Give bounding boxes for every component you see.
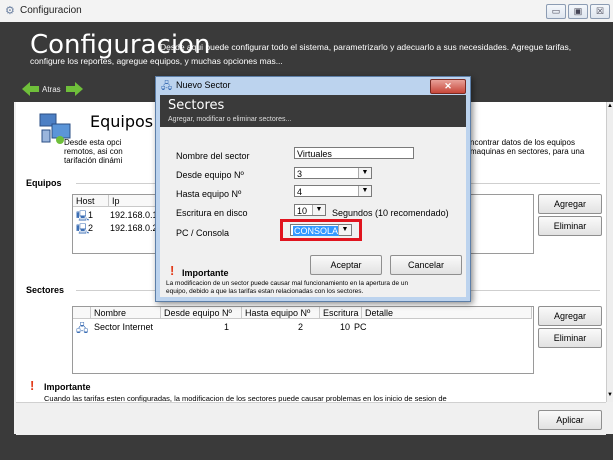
pc-consola-select[interactable]: CONSOLA ▼ xyxy=(290,224,352,236)
column-header-desde[interactable]: Desde equipo Nº xyxy=(161,307,242,319)
desde-label: Desde equipo Nº xyxy=(176,170,244,180)
equipos-heading: Equipos xyxy=(90,112,154,131)
dialog-subheading: Agregar, modificar o eliminar sectores..… xyxy=(168,116,292,123)
dialog-important-text-1: La modificacion de un sector puede causa… xyxy=(166,280,409,287)
warning-icon: ! xyxy=(30,378,35,393)
row-ip: 192.168.0.2 xyxy=(110,223,158,233)
escritura-select[interactable]: 10 ▼ xyxy=(294,204,326,216)
window-titlebar xyxy=(0,0,613,23)
column-header-hasta[interactable]: Hasta equipo Nº xyxy=(242,307,320,319)
nuevo-sector-dialog: 🖧 Nuevo Sector ✕ Sectores Agregar, modif… xyxy=(155,76,471,302)
scroll-up-icon[interactable]: ▲ xyxy=(607,103,613,109)
hasta-select[interactable]: 4 ▼ xyxy=(294,185,372,197)
equipos-desc-left-1: Desde esta opci xyxy=(64,138,122,147)
remove-sector-button[interactable]: Eliminar xyxy=(538,328,602,348)
column-header-nombre[interactable]: Nombre xyxy=(91,307,161,319)
add-equipo-button[interactable]: Agregar xyxy=(538,194,602,214)
equipos-desc-left-3: tarifación dinámi xyxy=(64,156,123,165)
warning-icon: ! xyxy=(170,263,175,278)
pc-consola-value: CONSOLA xyxy=(293,226,340,236)
column-header-escritura[interactable]: Escritura xyxy=(320,307,362,319)
row-detalle: PC xyxy=(354,322,367,332)
column-header-detalle[interactable]: Detalle xyxy=(362,307,532,319)
equipos-section-label: Equipos xyxy=(26,178,62,188)
hasta-value: 4 xyxy=(297,187,303,197)
back-label[interactable]: Atras xyxy=(42,85,61,94)
sectores-table[interactable]: Nombre Desde equipo Nº Hasta equipo Nº E… xyxy=(72,306,534,374)
chevron-down-icon[interactable]: ▼ xyxy=(358,186,371,196)
equipos-desc-right-1: ncontrar datos de los equipos xyxy=(470,138,575,147)
close-window-button[interactable]: ☒ xyxy=(590,4,610,19)
bottom-frame xyxy=(14,434,613,460)
maximize-button[interactable]: ▣ xyxy=(568,4,588,19)
column-header-host[interactable]: Host xyxy=(73,195,109,207)
desde-value: 3 xyxy=(297,169,303,179)
add-sector-button[interactable]: Agregar xyxy=(538,306,602,326)
escritura-suffix: Segundos (10 recomendado) xyxy=(332,208,449,218)
row-nombre: Sector Internet xyxy=(94,322,154,332)
apply-button[interactable]: Aplicar xyxy=(538,410,602,430)
nombre-label: Nombre del sector xyxy=(176,151,250,161)
dialog-body: Nombre del sector Virtuales Desde equipo… xyxy=(160,127,466,297)
nombre-field[interactable]: Virtuales xyxy=(294,147,414,159)
window-title: Configuracion xyxy=(20,5,82,16)
settings-app-icon: ⚙ xyxy=(5,5,15,17)
row-hasta: 2 xyxy=(298,322,304,332)
row-ip: 192.168.0.1 xyxy=(110,210,158,220)
arrow-right-icon[interactable] xyxy=(66,82,84,96)
desde-select[interactable]: 3 ▼ xyxy=(294,167,372,179)
chevron-down-icon[interactable]: ▼ xyxy=(358,168,371,178)
column-header-blank xyxy=(73,307,91,319)
table-row[interactable]: 🖧 Sector Internet 1 2 10 PC xyxy=(74,320,530,335)
arrow-left-icon[interactable] xyxy=(22,82,40,96)
footer-bar xyxy=(16,402,606,435)
header-description-2: configure los reportes, agregue equipos,… xyxy=(30,56,283,66)
chevron-down-icon[interactable]: ▼ xyxy=(338,225,351,235)
equipos-desc-left-2: remotos, asi con xyxy=(64,147,123,156)
row-host: 2 xyxy=(88,223,94,233)
row-desde: 1 xyxy=(224,322,230,332)
pc-consola-label: PC / Consola xyxy=(176,228,230,238)
row-escritura: 10 xyxy=(340,322,351,332)
escritura-label: Escritura en disco xyxy=(176,208,248,218)
dialog-important-title: Importante xyxy=(182,268,229,278)
escritura-value: 10 xyxy=(297,206,308,216)
remove-equipo-button[interactable]: Eliminar xyxy=(538,216,602,236)
dialog-close-button[interactable]: ✕ xyxy=(430,79,466,94)
important-title: Importante xyxy=(44,382,91,392)
scroll-down-icon[interactable]: ▼ xyxy=(607,392,613,398)
chevron-down-icon[interactable]: ▼ xyxy=(312,205,325,215)
left-frame xyxy=(0,22,14,460)
dialog-title: Nuevo Sector xyxy=(176,80,231,90)
dialog-important-text-2: equipo, debido a que las tarifas estan r… xyxy=(166,288,364,295)
header-description-1: Desde aqui puede configurar todo el sist… xyxy=(160,42,572,52)
equipos-desc-right-2: maquinas en sectores, para una xyxy=(470,147,585,156)
dialog-heading: Sectores xyxy=(168,98,225,113)
hasta-label: Hasta equipo Nº xyxy=(176,189,242,199)
network-icon: 🖧 xyxy=(161,81,173,92)
cancel-button[interactable]: Cancelar xyxy=(390,255,462,275)
sector-icon: 🖧 xyxy=(76,323,89,335)
vertical-scrollbar[interactable] xyxy=(606,102,613,402)
dialog-header: Sectores Agregar, modificar o eliminar s… xyxy=(160,95,466,127)
sectores-section-label: Sectores xyxy=(26,285,65,295)
minimize-button[interactable]: ▭ xyxy=(546,4,566,19)
accept-button[interactable]: Aceptar xyxy=(310,255,382,275)
row-host: 1 xyxy=(88,210,94,220)
